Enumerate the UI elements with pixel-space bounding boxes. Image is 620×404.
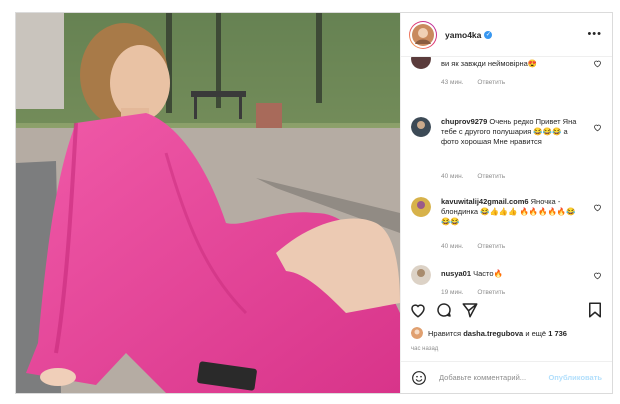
publish-button[interactable]: Опубликовать [548, 373, 602, 382]
post-timestamp: час назад [411, 346, 439, 352]
comment-input[interactable] [437, 372, 549, 383]
comment-avatar[interactable] [411, 117, 431, 137]
comment-avatar[interactable] [411, 265, 431, 285]
comment-meta: 43 мин. Ответить [441, 79, 517, 86]
comment-username[interactable]: nusya01 [441, 269, 471, 278]
comment-item: chuprov9279 Очень редко Привет Яна тебе … [411, 117, 602, 181]
author-avatar-image [412, 23, 434, 46]
comment-reply-button[interactable]: Ответить [477, 173, 505, 180]
comment-time: 43 мин. [441, 79, 464, 86]
post-sidebar: yamo4ka ✓ ••• ви як завжди неймовірна😍 4… [400, 13, 612, 393]
comment-time: 40 мин. [441, 173, 464, 180]
comment-text: ви як завжди неймовірна😍 [441, 59, 538, 68]
photo-image [16, 13, 400, 393]
comment-meta: 40 мин. Ответить [441, 173, 517, 180]
comments-list: ви як завжди неймовірна😍 43 мин. Ответит… [401, 57, 612, 297]
verified-icon: ✓ [484, 30, 493, 39]
comment-username[interactable]: chuprov9279 [441, 117, 487, 126]
comment-reply-button[interactable]: Ответить [477, 79, 505, 86]
comment-avatar[interactable] [411, 57, 431, 69]
comment-content: Часто🔥 [473, 269, 503, 278]
comment-text: chuprov9279 Очень редко Привет Яна тебе … [441, 117, 584, 147]
comment-icon[interactable] [435, 301, 453, 319]
author-avatar[interactable] [409, 20, 437, 49]
comment-text: kavuwitalij42gmail.com6 Яночка - блондин… [441, 197, 584, 227]
share-icon[interactable] [461, 301, 479, 319]
comment-text: nusya01 Часто🔥 [441, 269, 584, 279]
comment-like-heart-icon[interactable] [593, 271, 602, 280]
smiley-icon[interactable] [411, 370, 427, 386]
comment-item: ви як завжди неймовірна😍 43 мин. Ответит… [411, 57, 602, 97]
author-username[interactable]: yamo4ka [445, 30, 481, 40]
comment-time: 19 мин. [441, 289, 464, 296]
likes-summary: Нравится dasha.tregubova и ещё 1 736 [411, 327, 567, 339]
bookmark-icon[interactable] [586, 301, 604, 319]
comment-reply-button[interactable]: Ответить [477, 289, 505, 296]
more-icon[interactable]: ••• [587, 28, 602, 40]
likes-count[interactable]: 1 736 [548, 329, 567, 338]
comment-like-heart-icon[interactable] [593, 59, 602, 68]
post-actions [409, 301, 604, 321]
comment-reply-button[interactable]: Ответить [477, 243, 505, 250]
comment-like-heart-icon[interactable] [593, 203, 602, 212]
comment-avatar[interactable] [411, 197, 431, 217]
post-photo[interactable] [16, 13, 400, 393]
add-comment-bar: Опубликовать [401, 361, 612, 393]
liker-avatar[interactable] [411, 327, 423, 339]
likes-user[interactable]: dasha.tregubova [463, 329, 523, 338]
comment-like-heart-icon[interactable] [593, 123, 602, 132]
comment-meta: 40 мин. Ответить [441, 243, 517, 250]
post-header: yamo4ka ✓ ••• [401, 13, 612, 57]
likes-and-more: и ещё [525, 328, 547, 338]
post-window: yamo4ka ✓ ••• ви як завжди неймовірна😍 4… [15, 12, 613, 394]
comment-item: kavuwitalij42gmail.com6 Яночка - блондин… [411, 197, 602, 253]
comment-meta: 19 мин. Ответить [441, 289, 517, 296]
likes-prefix: Нравится [428, 328, 462, 338]
comment-time: 40 мин. [441, 243, 464, 250]
comment-item: nusya01 Часто🔥 19 мин. Ответить [411, 265, 602, 297]
comment-username[interactable]: kavuwitalij42gmail.com6 [441, 197, 529, 206]
heart-icon[interactable] [409, 301, 427, 319]
